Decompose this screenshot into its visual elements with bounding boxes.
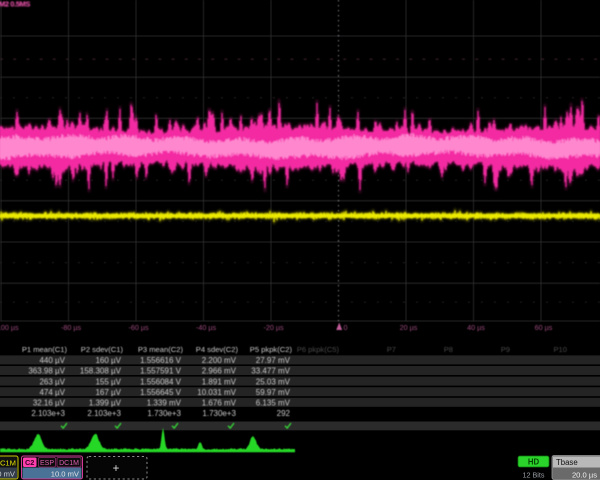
svg-text:P10: P10 [553, 345, 567, 354]
svg-text:27.97 mV: 27.97 mV [256, 356, 291, 365]
svg-text:2.966 mV: 2.966 mV [202, 367, 237, 376]
svg-text:474 µV: 474 µV [39, 388, 65, 397]
svg-text:33.477 mV: 33.477 mV [251, 367, 290, 376]
svg-text:P8: P8 [444, 345, 453, 354]
svg-text:1.556084 V: 1.556084 V [140, 377, 182, 386]
svg-text:32.16 µV: 32.16 µV [33, 399, 66, 408]
svg-text:1.676 mV: 1.676 mV [202, 399, 237, 408]
svg-text:M2 0.5MS: M2 0.5MS [0, 0, 30, 9]
svg-text:25.03 mV: 25.03 mV [256, 377, 291, 386]
svg-text:20 µs: 20 µs [400, 323, 418, 332]
svg-text:292: 292 [277, 409, 291, 418]
svg-text:P2 sdev(C1): P2 sdev(C1) [81, 345, 124, 354]
svg-text:-60 µs: -60 µs [128, 323, 149, 332]
svg-text:20.0 µs: 20.0 µs [572, 471, 597, 480]
svg-text:-100 µs: -100 µs [0, 323, 19, 332]
svg-text:HD: HD [528, 458, 540, 467]
svg-text:1.557591 V: 1.557591 V [140, 367, 182, 376]
svg-text:10.0 mV: 10.0 mV [51, 470, 80, 479]
svg-text:1.556645 V: 1.556645 V [140, 388, 182, 397]
svg-text:P5 pkpk(C2): P5 pkpk(C2) [250, 345, 293, 354]
svg-text:440 µV: 440 µV [39, 356, 65, 365]
svg-text:6.135 mV: 6.135 mV [256, 399, 291, 408]
svg-text:C2: C2 [25, 458, 34, 467]
svg-text:2.103e+3: 2.103e+3 [87, 409, 121, 418]
svg-text:P3 mean(C2): P3 mean(C2) [138, 345, 184, 354]
svg-text:60 µs: 60 µs [535, 323, 553, 332]
svg-text:40 µs: 40 µs [467, 323, 485, 332]
svg-text:158.308 µV: 158.308 µV [80, 367, 122, 376]
svg-text:0 mV: 0 mV [0, 470, 16, 479]
svg-text:P7: P7 [387, 345, 396, 354]
svg-text:1.730e+3: 1.730e+3 [202, 409, 236, 418]
svg-text:1.891 mV: 1.891 mV [202, 377, 237, 386]
svg-text:59.97 mV: 59.97 mV [256, 388, 291, 397]
svg-text:2.103e+3: 2.103e+3 [31, 409, 65, 418]
svg-text:P1 mean(C1): P1 mean(C1) [22, 345, 68, 354]
svg-text:12 Bits: 12 Bits [523, 471, 545, 480]
svg-text:155 µV: 155 µV [95, 377, 121, 386]
svg-text:-20 µs: -20 µs [263, 323, 284, 332]
svg-text:Tbase: Tbase [556, 458, 578, 467]
svg-text:P9: P9 [501, 345, 510, 354]
svg-text:1.730e+3: 1.730e+3 [147, 409, 181, 418]
svg-text:160 µV: 160 µV [95, 356, 121, 365]
svg-text:0: 0 [344, 323, 348, 332]
svg-text:1.339 mV: 1.339 mV [147, 399, 182, 408]
svg-text:DC1M: DC1M [0, 459, 16, 468]
svg-text:-80 µs: -80 µs [61, 323, 82, 332]
svg-text:10.031 mV: 10.031 mV [197, 388, 236, 397]
svg-text:2.200 mV: 2.200 mV [202, 356, 237, 365]
svg-text:1.399 µV: 1.399 µV [89, 399, 122, 408]
svg-text:DC1M: DC1M [59, 460, 79, 467]
svg-text:363.98 µV: 363.98 µV [28, 367, 65, 376]
svg-text:+: + [113, 463, 120, 475]
svg-text:263 µV: 263 µV [39, 377, 65, 386]
svg-text:-40 µs: -40 µs [196, 323, 217, 332]
svg-text:167 µV: 167 µV [95, 388, 121, 397]
svg-text:P4 sdev(C2): P4 sdev(C2) [196, 345, 239, 354]
svg-text:P6 pkpk(C5): P6 pkpk(C5) [297, 345, 340, 354]
svg-text:1.556616 V: 1.556616 V [140, 356, 182, 365]
svg-text:ESP: ESP [40, 460, 54, 467]
